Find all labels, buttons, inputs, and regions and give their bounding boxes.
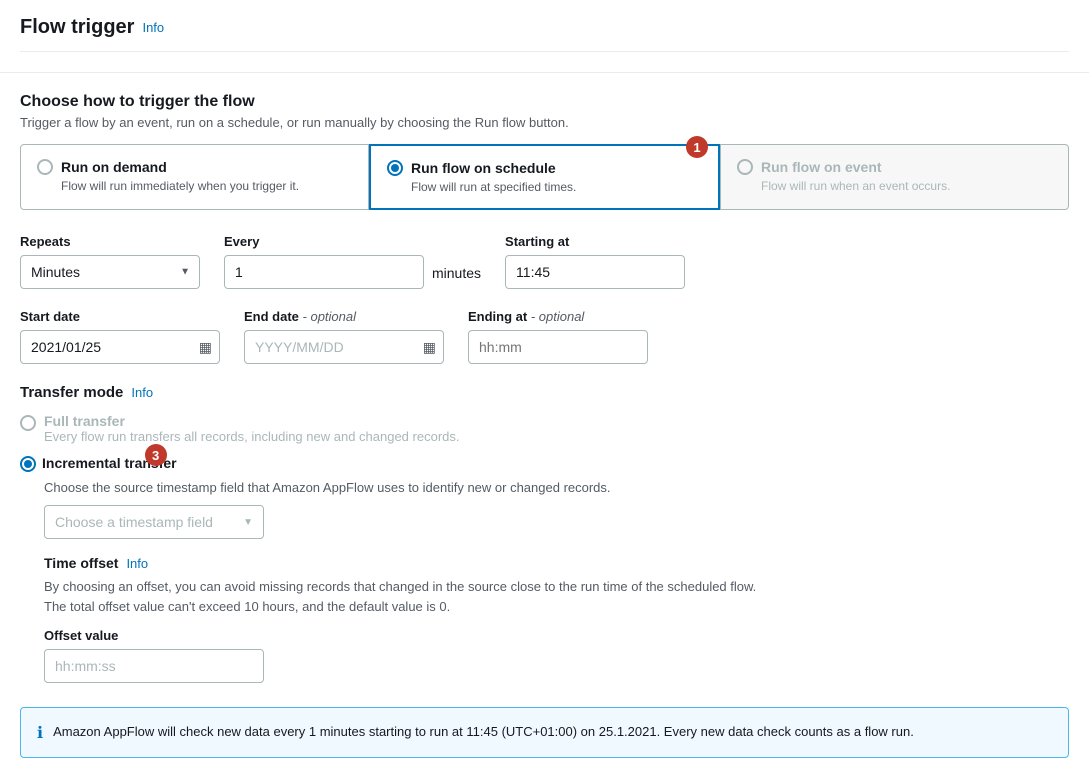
start-date-group: Start date ▦ [20,309,220,364]
transfer-mode-header: Transfer mode Info [20,384,1069,401]
end-date-wrapper: ▦ [244,330,444,364]
page-container: Flow trigger Info Choose how to trigger … [0,0,1089,774]
info-banner: ℹ Amazon AppFlow will check new data eve… [20,707,1069,758]
end-date-input[interactable] [244,330,444,364]
end-date-group: End date - optional ▦ [244,309,444,364]
timestamp-select-label: Choose a timestamp field [55,514,213,530]
every-label: Every [224,234,481,249]
incremental-badge: 3 [145,444,167,466]
trigger-on-schedule-title: Run flow on schedule [411,160,556,176]
info-banner-icon: ℹ [37,723,43,743]
full-transfer-content: Full transfer Every flow run transfers a… [44,413,460,444]
trigger-on-demand-title: Run on demand [61,159,167,175]
info-banner-text: Amazon AppFlow will check new data every… [53,722,914,742]
starting-at-input[interactable] [505,255,685,289]
incremental-desc: Choose the source timestamp field that A… [44,480,1069,495]
radio-on-event [737,159,753,175]
every-input[interactable] [224,255,424,289]
end-date-calendar-icon[interactable]: ▦ [423,339,436,356]
timestamp-chevron-icon: ▼ [243,517,253,528]
timestamp-select: Choose a timestamp field ▼ [44,505,1069,539]
incremental-transfer-option: Incremental transfer 3 [20,454,177,476]
full-transfer-title: Full transfer [44,413,460,429]
trigger-section-title: Choose how to trigger the flow [20,93,1069,111]
start-date-calendar-icon[interactable]: ▦ [199,339,212,356]
trigger-on-demand-desc: Flow will run immediately when you trigg… [61,179,352,193]
full-transfer-option[interactable]: Full transfer Every flow run transfers a… [20,413,1069,444]
offset-label: Offset value [44,628,1069,643]
ending-at-group: Ending at - optional [468,309,648,364]
transfer-mode-title: Transfer mode [20,384,123,401]
header-info-link[interactable]: Info [142,20,164,35]
radio-incremental [20,456,36,472]
trigger-section: Choose how to trigger the flow Trigger a… [20,93,1069,210]
trigger-on-event-desc: Flow will run when an event occurs. [761,179,1052,193]
repeats-select-wrapper[interactable]: Minutes Hours Days Weeks Months [20,255,200,289]
time-offset-desc: By choosing an offset, you can avoid mis… [44,577,1069,616]
timestamp-select-button[interactable]: Choose a timestamp field ▼ [44,505,264,539]
ending-at-input[interactable] [468,330,648,364]
page-title: Flow trigger [20,16,134,39]
end-date-label: End date - optional [244,309,444,324]
trigger-option-on-event[interactable]: Run flow on event Flow will run when an … [720,144,1069,210]
full-transfer-desc: Every flow run transfers all records, in… [44,429,460,444]
schedule-section: Repeats Minutes Hours Days Weeks Months … [20,234,1069,364]
schedule-row-2: Start date ▦ End date - optional ▦ [20,309,1069,364]
repeats-label: Repeats [20,234,200,249]
radio-on-demand [37,159,53,175]
header-divider [0,72,1089,73]
radio-full-transfer [20,415,36,431]
starting-at-group: Starting at [505,234,685,289]
offset-input[interactable] [44,649,264,683]
trigger-section-desc: Trigger a flow by an event, run on a sch… [20,115,1069,130]
time-offset-section: Time offset Info By choosing an offset, … [44,555,1069,683]
start-date-wrapper: ▦ [20,330,220,364]
time-offset-info-link[interactable]: Info [126,556,148,571]
transfer-mode-section: Transfer mode Info Full transfer Every f… [20,384,1069,683]
radio-on-schedule [387,160,403,176]
trigger-option-on-schedule[interactable]: 1 Run flow on schedule Flow will run at … [369,144,720,210]
ending-at-label: Ending at - optional [468,309,648,324]
repeats-group: Repeats Minutes Hours Days Weeks Months [20,234,200,289]
transfer-mode-info-link[interactable]: Info [131,385,153,400]
schedule-row-1: Repeats Minutes Hours Days Weeks Months … [20,234,1069,289]
start-date-input[interactable] [20,330,220,364]
incremental-row: Incremental transfer 3 [20,454,177,472]
schedule-badge: 1 [686,136,708,158]
minutes-label: minutes [432,263,481,281]
repeats-select[interactable]: Minutes Hours Days Weeks Months [20,255,200,289]
page-header: Flow trigger Info [20,16,1069,52]
trigger-on-schedule-desc: Flow will run at specified times. [411,180,702,194]
time-offset-header: Time offset Info [44,555,1069,571]
starting-at-label: Starting at [505,234,685,249]
every-row: minutes [224,255,481,289]
every-group: Every minutes [224,234,481,289]
trigger-option-on-demand[interactable]: Run on demand Flow will run immediately … [20,144,369,210]
trigger-options: Run on demand Flow will run immediately … [20,144,1069,210]
start-date-label: Start date [20,309,220,324]
time-offset-title: Time offset [44,555,118,571]
trigger-on-event-title: Run flow on event [761,159,882,175]
